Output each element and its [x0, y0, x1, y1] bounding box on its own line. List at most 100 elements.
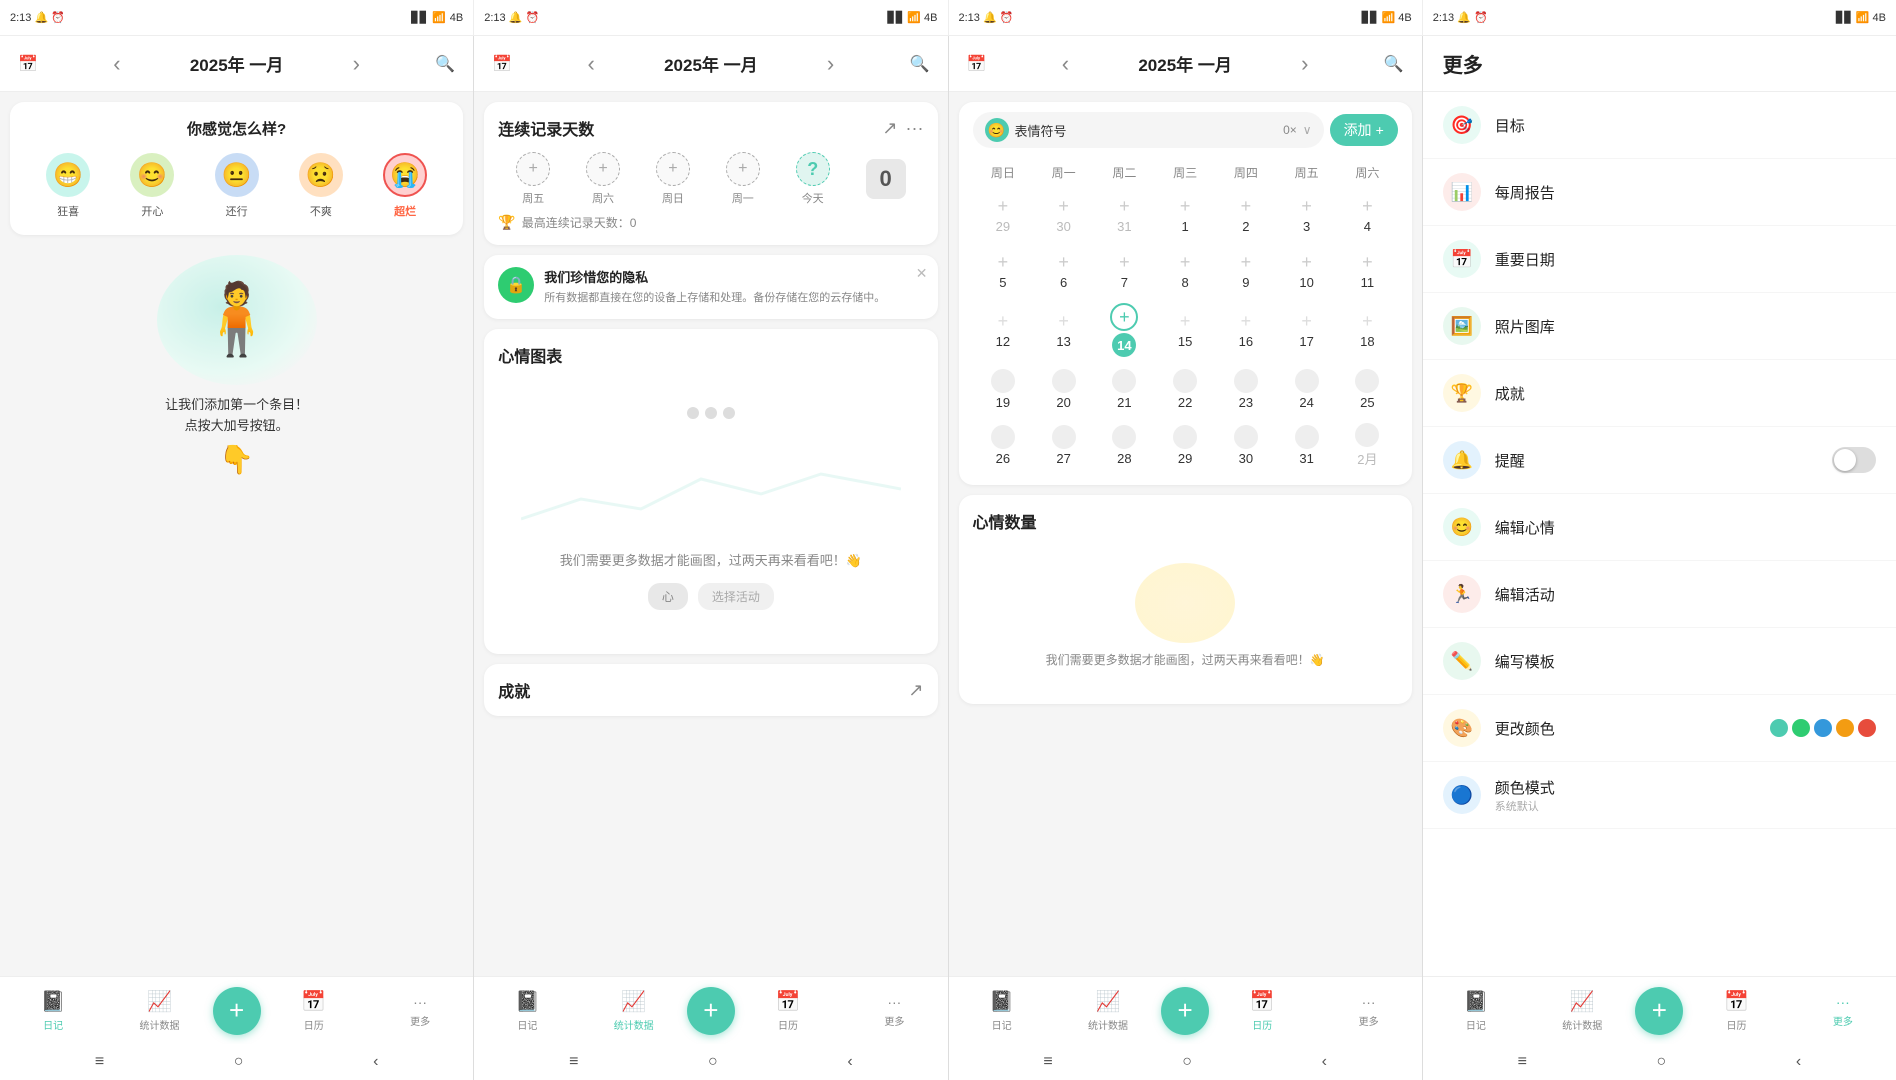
more-item-achievements[interactable]: 🏆 成就 [1423, 360, 1896, 427]
chart-filter-btn[interactable]: 心 [648, 583, 688, 610]
calendar-icon-2[interactable]: 📅 [486, 48, 518, 80]
cal-cell-19[interactable]: 19 [973, 363, 1034, 415]
back-btn-2[interactable]: ‹ [847, 1053, 852, 1071]
nav-tab-calendar-3[interactable]: 📅 日历 [1209, 977, 1315, 1044]
cal-cell-2[interactable]: +2 [1216, 189, 1277, 241]
color-dot-green[interactable] [1792, 719, 1810, 737]
cal-cell-30[interactable]: +30 [1033, 189, 1094, 241]
nav-right-2[interactable]: › [815, 48, 847, 80]
cal-cell-9[interactable]: +9 [1216, 245, 1277, 297]
nav-left-3[interactable]: ‹ [1049, 48, 1081, 80]
search-icon-1[interactable]: 🔍 [429, 48, 461, 80]
cal-cell-8[interactable]: +8 [1155, 245, 1216, 297]
cal-cell-20[interactable]: 20 [1033, 363, 1094, 415]
nav-tab-diary-1[interactable]: 📓 日记 [0, 977, 106, 1044]
back-btn-3[interactable]: ‹ [1322, 1053, 1327, 1071]
nav-tab-calendar-1[interactable]: 📅 日历 [261, 977, 367, 1044]
nav-tab-stats-3[interactable]: 📈 统计数据 [1055, 977, 1161, 1044]
cal-cell-31[interactable]: +31 [1094, 189, 1155, 241]
fab-button-4[interactable]: + [1635, 987, 1683, 1035]
nav-tab-diary-3[interactable]: 📓 日记 [949, 977, 1055, 1044]
nav-tab-calendar-4[interactable]: 📅 日历 [1683, 977, 1789, 1044]
fab-button-2[interactable]: + [687, 987, 735, 1035]
cal-cell-29b[interactable]: 29 [1155, 419, 1216, 471]
cal-cell-17[interactable]: +17 [1276, 301, 1337, 359]
cal-cell-4[interactable]: +4 [1337, 189, 1398, 241]
back-btn-1[interactable]: ‹ [373, 1053, 378, 1071]
cal-cell-26[interactable]: 26 [973, 419, 1034, 471]
chart-activity-btn[interactable]: 选择活动 [698, 583, 774, 610]
color-dot-teal[interactable] [1770, 719, 1788, 737]
emoji-selector[interactable]: 😊 表情符号 0× ∨ [973, 112, 1324, 148]
more-item-goal[interactable]: 🎯 目标 [1423, 92, 1896, 159]
nav-tab-stats-4[interactable]: 📈 统计数据 [1529, 977, 1635, 1044]
cal-cell-22[interactable]: 22 [1155, 363, 1216, 415]
cal-cell-10[interactable]: +10 [1276, 245, 1337, 297]
cal-cell-1[interactable]: +1 [1155, 189, 1216, 241]
cal-cell-27[interactable]: 27 [1033, 419, 1094, 471]
privacy-close-btn[interactable]: ✕ [916, 265, 928, 282]
more-item-photo-gallery[interactable]: 🖼️ 照片图库 [1423, 293, 1896, 360]
nav-tab-more-2[interactable]: ··· 更多 [841, 977, 947, 1044]
nav-right-3[interactable]: › [1289, 48, 1321, 80]
calendar-icon-1[interactable]: 📅 [12, 48, 44, 80]
more-item-change-color[interactable]: 🎨 更改颜色 [1423, 695, 1896, 762]
more-item-reminder[interactable]: 🔔 提醒 [1423, 427, 1896, 494]
more-item-important-dates[interactable]: 📅 重要日期 [1423, 226, 1896, 293]
share-icon[interactable]: ↗ [882, 118, 897, 139]
nav-left-2[interactable]: ‹ [575, 48, 607, 80]
nav-tab-diary-2[interactable]: 📓 日记 [474, 977, 580, 1044]
fab-button-1[interactable]: + [213, 987, 261, 1035]
cal-cell-12[interactable]: +12 [973, 301, 1034, 359]
cal-cell-11[interactable]: +11 [1337, 245, 1398, 297]
cal-cell-21[interactable]: 21 [1094, 363, 1155, 415]
back-btn-4[interactable]: ‹ [1796, 1053, 1801, 1071]
nav-tab-diary-4[interactable]: 📓 日记 [1423, 977, 1529, 1044]
more-icon[interactable]: ··· [906, 118, 924, 139]
cal-cell-5[interactable]: +5 [973, 245, 1034, 297]
menu-btn-3[interactable]: ≡ [1043, 1053, 1052, 1071]
add-button[interactable]: 添加 + [1330, 114, 1398, 146]
cal-cell-3[interactable]: +3 [1276, 189, 1337, 241]
home-btn-3[interactable]: ○ [1182, 1053, 1192, 1071]
cal-cell-6[interactable]: +6 [1033, 245, 1094, 297]
more-item-edit-mood[interactable]: 😊 编辑心情 [1423, 494, 1896, 561]
nav-tab-more-3[interactable]: ··· 更多 [1315, 977, 1421, 1044]
cal-cell-29[interactable]: +29 [973, 189, 1034, 241]
nav-tab-stats-1[interactable]: 📈 统计数据 [106, 977, 212, 1044]
home-btn-4[interactable]: ○ [1657, 1053, 1667, 1071]
mood-item-ok[interactable]: 😐 还行 [215, 153, 259, 219]
more-item-weekly[interactable]: 📊 每周报告 [1423, 159, 1896, 226]
menu-btn-2[interactable]: ≡ [569, 1053, 578, 1071]
color-dot-blue[interactable] [1814, 719, 1832, 737]
reminder-toggle[interactable] [1832, 447, 1876, 473]
cal-cell-30[interactable]: 30 [1216, 419, 1277, 471]
cal-cell-25[interactable]: 25 [1337, 363, 1398, 415]
cal-cell-feb[interactable]: 2月 [1337, 419, 1398, 471]
nav-tab-more-1[interactable]: ··· 更多 [367, 977, 473, 1044]
more-item-write-template[interactable]: ✏️ 编写模板 [1423, 628, 1896, 695]
search-icon-2[interactable]: 🔍 [903, 48, 935, 80]
more-item-color-mode[interactable]: 🔵 颜色模式 系统默认 [1423, 762, 1896, 829]
cal-cell-31b[interactable]: 31 [1276, 419, 1337, 471]
nav-tab-calendar-2[interactable]: 📅 日历 [735, 977, 841, 1044]
nav-right-1[interactable]: › [340, 48, 372, 80]
search-icon-3[interactable]: 🔍 [1378, 48, 1410, 80]
cal-cell-18[interactable]: +18 [1337, 301, 1398, 359]
cal-cell-23[interactable]: 23 [1216, 363, 1277, 415]
color-dot-orange[interactable] [1836, 719, 1854, 737]
mood-item-happy[interactable]: 😊 开心 [130, 153, 174, 219]
mood-item-terrible[interactable]: 😭 超烂 [383, 153, 427, 219]
cal-cell-14-today[interactable]: + 14 [1094, 301, 1155, 359]
calendar-icon-3[interactable]: 📅 [961, 48, 993, 80]
cal-cell-16[interactable]: +16 [1216, 301, 1277, 359]
mood-item-bad[interactable]: 😟 不爽 [299, 153, 343, 219]
nav-tab-stats-2[interactable]: 📈 统计数据 [581, 977, 687, 1044]
cal-cell-7[interactable]: +7 [1094, 245, 1155, 297]
menu-btn-4[interactable]: ≡ [1518, 1053, 1527, 1071]
achievement-share-icon[interactable]: ↗ [908, 680, 923, 701]
cal-cell-24[interactable]: 24 [1276, 363, 1337, 415]
more-item-edit-activity[interactable]: 🏃 编辑活动 [1423, 561, 1896, 628]
home-btn-1[interactable]: ○ [234, 1053, 244, 1071]
cal-cell-15[interactable]: +15 [1155, 301, 1216, 359]
